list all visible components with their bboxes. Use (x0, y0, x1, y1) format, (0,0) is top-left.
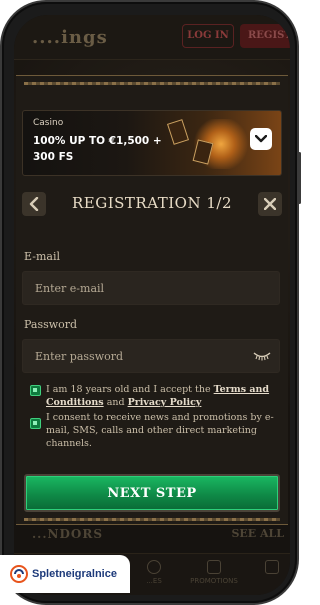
modal-bottom-trim (24, 518, 280, 521)
password-field[interactable] (22, 339, 280, 373)
modal-top-trim (24, 82, 280, 85)
close-icon (264, 198, 276, 210)
email-label: E-mail (24, 250, 60, 263)
promo-toggle-button[interactable] (250, 128, 272, 150)
modal-title: REGISTRATION 1/2 (72, 194, 232, 212)
back-button[interactable] (22, 192, 46, 216)
modal-header: REGISTRATION 1/2 (22, 192, 282, 218)
games-icon (147, 560, 161, 574)
terms-consent: I am 18 years old and I accept the Terms… (26, 383, 278, 411)
phone-volume-down (0, 174, 1, 210)
promo-category: Casino (33, 118, 64, 128)
marketing-text: I consent to receive news and promotions… (46, 412, 274, 449)
bottom-nav-item[interactable]: ...ES (134, 560, 174, 585)
bottom-nav-label: PROMOTIONS (190, 577, 238, 585)
background-header: ....ings LOG IN REGIST... (14, 15, 290, 60)
spletneigralnice-logo-icon (10, 565, 28, 583)
next-step-button[interactable]: NEXT STEP (24, 474, 280, 512)
phone-side-button (0, 97, 1, 119)
terms-text: I am 18 years old and I accept the Terms… (46, 383, 274, 409)
promo-offer: 100% UP TO €1,500 + 300 FS (33, 135, 162, 163)
eye-closed-icon (253, 352, 271, 361)
bottom-nav-label: ...ES (146, 577, 162, 585)
background-logo: ....ings (32, 27, 108, 48)
chevron-down-icon (255, 135, 267, 143)
terms-and: and (106, 397, 125, 408)
see-all-link[interactable]: SEE ALL (231, 527, 284, 540)
phone-power-button (298, 152, 301, 204)
password-toggle-button[interactable] (252, 349, 272, 363)
terms-checkbox[interactable] (30, 385, 41, 396)
background-section-title: ...NDORS (32, 527, 103, 541)
register-button[interactable]: REGIST... (240, 24, 290, 48)
gift-icon (207, 560, 221, 574)
terms-prefix: I am 18 years old and I accept the (46, 384, 211, 395)
brand-badge: Spletneigralnice (0, 555, 130, 593)
phone-frame: ....ings LOG IN REGIST... ...NDORS SEE A… (0, 2, 301, 603)
password-label: Password (24, 318, 78, 331)
close-button[interactable] (258, 192, 282, 216)
marketing-consent: I consent to receive news and promotions… (26, 411, 278, 453)
login-button[interactable]: LOG IN (182, 24, 234, 48)
phone-volume-up (0, 130, 1, 166)
bottom-nav-item[interactable] (260, 560, 284, 577)
bottom-nav-item[interactable]: PROMOTIONS (186, 560, 242, 585)
marketing-checkbox[interactable] (30, 418, 41, 429)
brand-text: Spletneigralnice (32, 568, 117, 580)
screen: ....ings LOG IN REGIST... ...NDORS SEE A… (14, 15, 290, 595)
promo-banner[interactable]: Casino 100% UP TO €1,500 + 300 FS (22, 110, 282, 176)
email-field[interactable] (22, 271, 280, 305)
registration-modal: Casino 100% UP TO €1,500 + 300 FS REGIST… (16, 75, 288, 525)
privacy-link[interactable]: Privacy Policy (128, 397, 202, 408)
chevron-left-icon (29, 197, 39, 211)
menu-icon (265, 560, 279, 574)
